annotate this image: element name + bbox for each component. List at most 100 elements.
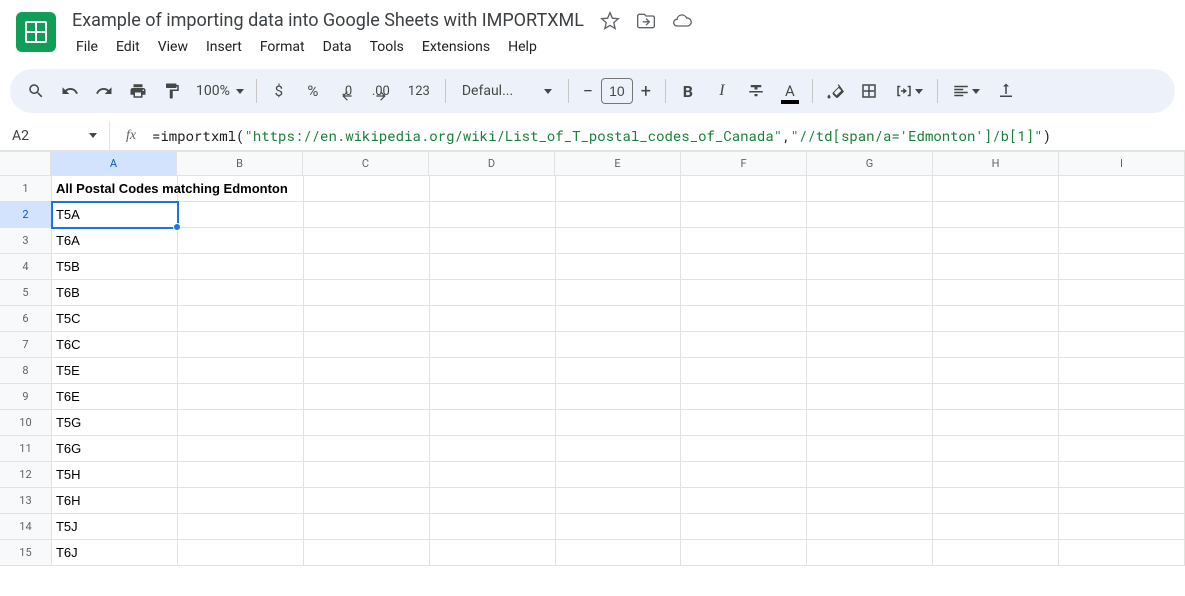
row-header-8[interactable]: 8 bbox=[0, 358, 52, 384]
cell-F12[interactable] bbox=[681, 462, 807, 488]
text-color-button[interactable]: A bbox=[774, 75, 806, 107]
cell-F15[interactable] bbox=[681, 540, 807, 566]
cell-G15[interactable] bbox=[807, 540, 933, 566]
cell-I3[interactable] bbox=[1059, 228, 1185, 254]
cell-E15[interactable] bbox=[556, 540, 682, 566]
cell-H15[interactable] bbox=[933, 540, 1059, 566]
cell-E8[interactable] bbox=[556, 358, 682, 384]
cell-A4[interactable]: T5B bbox=[52, 254, 178, 280]
cell-A5[interactable]: T6B bbox=[52, 280, 178, 306]
cell-E1[interactable] bbox=[556, 176, 682, 202]
cell-C8[interactable] bbox=[304, 358, 430, 384]
cell-G1[interactable] bbox=[807, 176, 933, 202]
menu-extensions[interactable]: Extensions bbox=[414, 35, 498, 59]
cell-G14[interactable] bbox=[807, 514, 933, 540]
cell-I10[interactable] bbox=[1059, 410, 1185, 436]
redo-button[interactable] bbox=[88, 75, 120, 107]
cell-G4[interactable] bbox=[807, 254, 933, 280]
cell-E11[interactable] bbox=[556, 436, 682, 462]
column-header-I[interactable]: I bbox=[1059, 152, 1185, 176]
cell-G10[interactable] bbox=[807, 410, 933, 436]
cell-I11[interactable] bbox=[1059, 436, 1185, 462]
cell-B9[interactable] bbox=[178, 384, 304, 410]
cell-H4[interactable] bbox=[933, 254, 1059, 280]
cell-G2[interactable] bbox=[807, 202, 933, 228]
menu-insert[interactable]: Insert bbox=[198, 35, 250, 59]
cell-F10[interactable] bbox=[681, 410, 807, 436]
cell-A7[interactable]: T6C bbox=[52, 332, 178, 358]
cell-H3[interactable] bbox=[933, 228, 1059, 254]
cell-A10[interactable]: T5G bbox=[52, 410, 178, 436]
cell-D13[interactable] bbox=[430, 488, 556, 514]
cell-A2[interactable]: T5A bbox=[52, 202, 178, 228]
cell-C1[interactable] bbox=[304, 176, 430, 202]
cell-B15[interactable] bbox=[178, 540, 304, 566]
cell-A14[interactable]: T5J bbox=[52, 514, 178, 540]
cell-E7[interactable] bbox=[556, 332, 682, 358]
cell-F13[interactable] bbox=[681, 488, 807, 514]
cell-D15[interactable] bbox=[430, 540, 556, 566]
cell-I13[interactable] bbox=[1059, 488, 1185, 514]
column-header-H[interactable]: H bbox=[933, 152, 1059, 176]
cell-F14[interactable] bbox=[681, 514, 807, 540]
cell-H5[interactable] bbox=[933, 280, 1059, 306]
cell-E5[interactable] bbox=[556, 280, 682, 306]
cell-C14[interactable] bbox=[304, 514, 430, 540]
cell-A8[interactable]: T5E bbox=[52, 358, 178, 384]
cell-C13[interactable] bbox=[304, 488, 430, 514]
strikethrough-button[interactable] bbox=[740, 75, 772, 107]
cell-A12[interactable]: T5H bbox=[52, 462, 178, 488]
cell-E2[interactable] bbox=[556, 202, 682, 228]
cell-H7[interactable] bbox=[933, 332, 1059, 358]
cell-A9[interactable]: T6E bbox=[52, 384, 178, 410]
cell-H1[interactable] bbox=[933, 176, 1059, 202]
cell-C6[interactable] bbox=[304, 306, 430, 332]
cell-B12[interactable] bbox=[178, 462, 304, 488]
cell-C2[interactable] bbox=[304, 202, 430, 228]
cell-H11[interactable] bbox=[933, 436, 1059, 462]
borders-button[interactable] bbox=[853, 75, 885, 107]
row-header-10[interactable]: 10 bbox=[0, 410, 52, 436]
cell-C12[interactable] bbox=[304, 462, 430, 488]
cell-I9[interactable] bbox=[1059, 384, 1185, 410]
cell-F7[interactable] bbox=[681, 332, 807, 358]
row-header-4[interactable]: 4 bbox=[0, 254, 52, 280]
cell-H9[interactable] bbox=[933, 384, 1059, 410]
zoom-select[interactable]: 100% bbox=[190, 83, 250, 99]
column-header-B[interactable]: B bbox=[177, 152, 303, 176]
menu-edit[interactable]: Edit bbox=[108, 35, 148, 59]
cell-G8[interactable] bbox=[807, 358, 933, 384]
row-header-3[interactable]: 3 bbox=[0, 228, 52, 254]
cell-D10[interactable] bbox=[430, 410, 556, 436]
menu-view[interactable]: View bbox=[150, 35, 196, 59]
cell-E10[interactable] bbox=[556, 410, 682, 436]
fill-color-button[interactable] bbox=[819, 75, 851, 107]
menu-tools[interactable]: Tools bbox=[362, 35, 412, 59]
cell-B2[interactable] bbox=[178, 202, 304, 228]
cell-F5[interactable] bbox=[681, 280, 807, 306]
bold-button[interactable]: B bbox=[672, 75, 704, 107]
font-family-select[interactable]: Defaul... bbox=[452, 83, 562, 99]
decrease-decimal-button[interactable]: .0 bbox=[331, 75, 363, 107]
menu-data[interactable]: Data bbox=[315, 35, 360, 59]
cell-E14[interactable] bbox=[556, 514, 682, 540]
cell-C10[interactable] bbox=[304, 410, 430, 436]
italic-button[interactable]: I bbox=[706, 75, 738, 107]
cell-F8[interactable] bbox=[681, 358, 807, 384]
column-header-C[interactable]: C bbox=[303, 152, 429, 176]
cell-I4[interactable] bbox=[1059, 254, 1185, 280]
cell-A3[interactable]: T6A bbox=[52, 228, 178, 254]
cell-A6[interactable]: T5C bbox=[52, 306, 178, 332]
percent-button[interactable]: % bbox=[297, 75, 329, 107]
cell-A15[interactable]: T6J bbox=[52, 540, 178, 566]
undo-button[interactable] bbox=[54, 75, 86, 107]
number-format-button[interactable]: 123 bbox=[399, 75, 439, 107]
cell-I12[interactable] bbox=[1059, 462, 1185, 488]
cell-D1[interactable] bbox=[430, 176, 556, 202]
cell-E13[interactable] bbox=[556, 488, 682, 514]
font-size-input[interactable] bbox=[601, 78, 633, 104]
cell-D7[interactable] bbox=[430, 332, 556, 358]
cell-C11[interactable] bbox=[304, 436, 430, 462]
cell-F2[interactable] bbox=[681, 202, 807, 228]
cell-C7[interactable] bbox=[304, 332, 430, 358]
